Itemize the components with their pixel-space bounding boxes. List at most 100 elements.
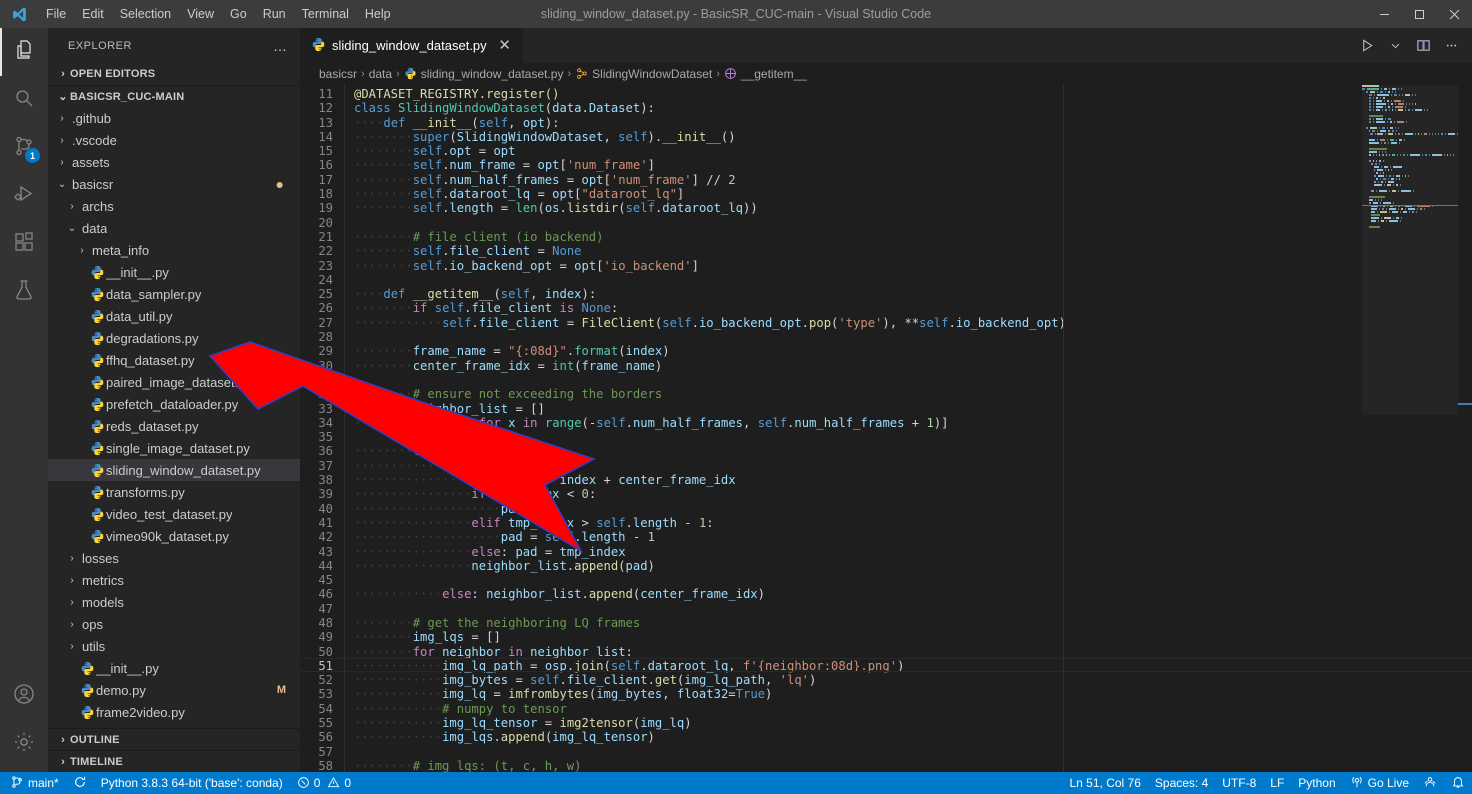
tab-sliding-window-dataset[interactable]: sliding_window_dataset.py ✕ bbox=[300, 28, 524, 63]
menu-edit[interactable]: Edit bbox=[74, 0, 112, 28]
tree-item--vscode[interactable]: › .vscode bbox=[48, 129, 300, 151]
tree-item-paired-image-dataset-py[interactable]: paired_image_dataset.py bbox=[48, 371, 300, 393]
tree-item-ops[interactable]: › ops bbox=[48, 613, 300, 635]
status-problems[interactable]: 0 0 bbox=[290, 772, 358, 794]
status-editor-position[interactable]: Ln 51, Col 76 bbox=[1063, 772, 1148, 794]
tree-item-demo-py[interactable]: demo.py M bbox=[48, 679, 300, 701]
tree-item-data-util-py[interactable]: data_util.py bbox=[48, 305, 300, 327]
tree-item-assets[interactable]: › assets bbox=[48, 151, 300, 173]
tree-item-sliding-window-dataset-py[interactable]: sliding_window_dataset.py bbox=[48, 459, 300, 481]
ellipsis-icon[interactable]: … bbox=[273, 38, 288, 54]
workspace-root-label: BASICSR_CUC-MAIN bbox=[70, 90, 185, 103]
menu-bar[interactable]: File Edit Selection View Go Run Terminal… bbox=[38, 0, 399, 28]
menu-selection[interactable]: Selection bbox=[112, 0, 179, 28]
close-icon[interactable]: ✕ bbox=[497, 38, 513, 53]
beaker-icon bbox=[12, 278, 36, 307]
tree-item-meta-info[interactable]: › meta_info bbox=[48, 239, 300, 261]
tree-item-losses[interactable]: › losses bbox=[48, 547, 300, 569]
play-icon[interactable] bbox=[1354, 33, 1380, 59]
tree-item--init-py[interactable]: __init__.py bbox=[48, 657, 300, 679]
menu-help[interactable]: Help bbox=[357, 0, 399, 28]
tree-item-frame2video-py[interactable]: frame2video.py bbox=[48, 701, 300, 723]
tree-item-prefetch-dataloader-py[interactable]: prefetch_dataloader.py bbox=[48, 393, 300, 415]
tree-item-label: ops bbox=[82, 616, 103, 632]
breadcrumb-item-file[interactable]: sliding_window_dataset.py bbox=[404, 67, 563, 81]
status-eol[interactable]: LF bbox=[1263, 772, 1291, 794]
tree-item-models[interactable]: › models bbox=[48, 591, 300, 613]
chevron-right-icon: › bbox=[61, 755, 65, 768]
section-outline[interactable]: › OUTLINE bbox=[48, 728, 300, 750]
activity-accounts[interactable] bbox=[0, 672, 48, 720]
section-timeline[interactable]: › TIMELINE bbox=[48, 750, 300, 772]
activity-source-control[interactable]: 1 bbox=[0, 124, 48, 172]
status-indentation[interactable]: Spaces: 4 bbox=[1148, 772, 1215, 794]
status-branch[interactable]: main* bbox=[3, 772, 66, 794]
explorer-sidebar: EXPLORER … › OPEN EDITORS ⌄ BASICSR_CUC-… bbox=[48, 28, 300, 772]
activity-extensions[interactable] bbox=[0, 220, 48, 268]
activity-explorer[interactable] bbox=[0, 28, 48, 76]
code-editor[interactable]: 11 12 13 14 15 16 17 18 19 20 21 22 23 24 25 26 27 28 29 30… bbox=[300, 85, 1472, 772]
line-number: 41 bbox=[318, 515, 333, 530]
tree-item-transforms-py[interactable]: transforms.py bbox=[48, 481, 300, 503]
breadcrumb-item-data[interactable]: data bbox=[369, 67, 392, 81]
split-editor-icon[interactable] bbox=[1410, 33, 1436, 59]
line-number: 22 bbox=[318, 244, 333, 259]
breadcrumb-label: __getitem__ bbox=[740, 67, 807, 81]
tree-item-vimeo90k-dataset-py[interactable]: vimeo90k_dataset.py bbox=[48, 525, 300, 547]
breadcrumb-item-method[interactable]: __getitem__ bbox=[724, 67, 807, 81]
breadcrumb-item-basicsr[interactable]: basicsr bbox=[319, 67, 357, 81]
tree-item-degradations-py[interactable]: degradations.py bbox=[48, 327, 300, 349]
breadcrumb-item-class[interactable]: SlidingWindowDataset bbox=[575, 67, 712, 81]
activity-testing[interactable] bbox=[0, 268, 48, 316]
section-folder-root[interactable]: ⌄ BASICSR_CUC-MAIN bbox=[48, 85, 300, 107]
tree-item-label: assets bbox=[72, 154, 110, 170]
menu-go[interactable]: Go bbox=[222, 0, 255, 28]
close-button[interactable] bbox=[1437, 0, 1472, 28]
sidebar-header: EXPLORER … bbox=[48, 28, 300, 63]
status-python-label: Python 3.8.3 64-bit ('base': conda) bbox=[100, 776, 283, 790]
chevron-right-icon: › bbox=[70, 200, 74, 212]
status-python-interpreter[interactable]: Python 3.8.3 64-bit ('base': conda) bbox=[94, 772, 290, 794]
window-controls[interactable] bbox=[1367, 0, 1472, 28]
tree-item-data[interactable]: ⌄ data bbox=[48, 217, 300, 239]
line-number: 35 bbox=[318, 430, 333, 445]
tree-item-single-image-dataset-py[interactable]: single_image_dataset.py bbox=[48, 437, 300, 459]
ellipsis-icon[interactable] bbox=[1438, 33, 1464, 59]
line-number: 55 bbox=[318, 716, 333, 731]
activity-manage[interactable] bbox=[0, 720, 48, 768]
tree-item-data-sampler-py[interactable]: data_sampler.py bbox=[48, 283, 300, 305]
status-language-mode[interactable]: Python bbox=[1291, 772, 1342, 794]
line-number: 30 bbox=[318, 358, 333, 373]
chevron-down-icon[interactable] bbox=[1382, 33, 1408, 59]
menu-terminal[interactable]: Terminal bbox=[294, 0, 357, 28]
line-number: 50 bbox=[318, 644, 333, 659]
tree-item-preprocess-py[interactable]: preprocess.py bbox=[48, 723, 300, 728]
tree-item--init-py[interactable]: __init__.py bbox=[48, 261, 300, 283]
tree-item-metrics[interactable]: › metrics bbox=[48, 569, 300, 591]
tree-item-basicsr[interactable]: ⌄ basicsr ● bbox=[48, 173, 300, 195]
tree-item-utils[interactable]: › utils bbox=[48, 635, 300, 657]
minimize-button[interactable] bbox=[1367, 0, 1402, 28]
tree-item-ffhq-dataset-py[interactable]: ffhq_dataset.py bbox=[48, 349, 300, 371]
chevron-right-icon: › bbox=[61, 733, 65, 746]
section-open-editors[interactable]: › OPEN EDITORS bbox=[48, 63, 300, 85]
tree-item-video-test-dataset-py[interactable]: video_test_dataset.py bbox=[48, 503, 300, 525]
status-sync[interactable] bbox=[66, 772, 94, 794]
status-go-live[interactable]: Go Live bbox=[1343, 772, 1416, 794]
menu-file[interactable]: File bbox=[38, 0, 74, 28]
line-number: 36 bbox=[318, 444, 333, 459]
status-feedback[interactable] bbox=[1416, 772, 1444, 794]
python-file-icon bbox=[88, 287, 106, 302]
maximize-button[interactable] bbox=[1402, 0, 1437, 28]
tree-item--github[interactable]: › .github bbox=[48, 107, 300, 129]
menu-view[interactable]: View bbox=[179, 0, 222, 28]
status-notifications[interactable] bbox=[1444, 772, 1472, 794]
activity-search[interactable] bbox=[0, 76, 48, 124]
python-file-icon bbox=[78, 727, 96, 728]
activity-run-and-debug[interactable] bbox=[0, 172, 48, 220]
timeline-label: TIMELINE bbox=[70, 755, 123, 768]
tree-item-reds-dataset-py[interactable]: reds_dataset.py bbox=[48, 415, 300, 437]
menu-run[interactable]: Run bbox=[255, 0, 294, 28]
status-encoding[interactable]: UTF-8 bbox=[1215, 772, 1263, 794]
tree-item-archs[interactable]: › archs bbox=[48, 195, 300, 217]
